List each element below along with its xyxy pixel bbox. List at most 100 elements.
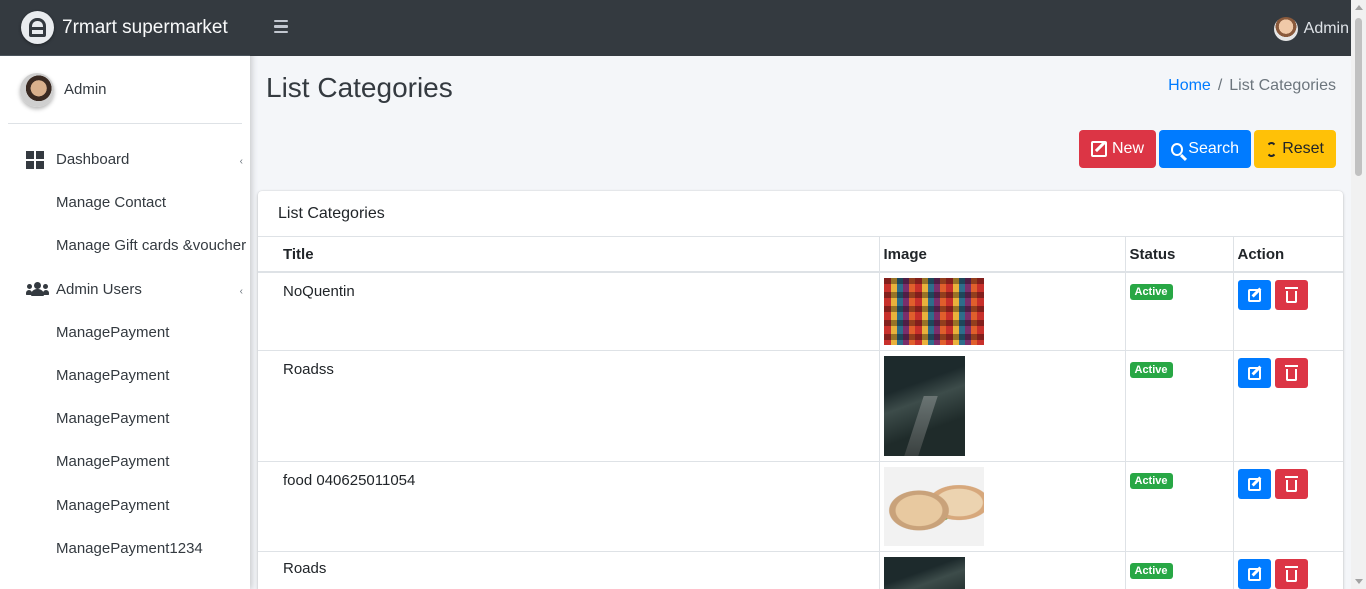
sidebar-item-label: ManagePayment — [56, 323, 170, 341]
row-actions — [1233, 350, 1343, 462]
row-status-cell: Active — [1125, 271, 1234, 351]
search-button[interactable]: Search — [1159, 130, 1251, 168]
breadcrumb: Home / List Categories — [1168, 77, 1336, 95]
breadcrumb-separator: / — [1217, 77, 1223, 94]
trash-icon — [1284, 565, 1298, 582]
scroll-up-arrow-icon[interactable] — [1355, 5, 1363, 10]
sidebar-item-manage-payment[interactable]: ManagePayment — [0, 484, 250, 527]
sidebar-item-manage-contact[interactable]: Manage Contact — [0, 181, 250, 224]
edit-icon — [1247, 288, 1261, 302]
sidebar-item-manage-payment[interactable]: ManagePayment — [0, 440, 250, 483]
status-badge[interactable]: Active — [1129, 563, 1173, 579]
top-user-name: Admin — [1303, 20, 1349, 37]
table-header-row: Title Image Status Action — [258, 237, 1343, 273]
users-icon — [26, 282, 49, 297]
sidebar-item-label: Admin Users — [56, 280, 142, 298]
edit-icon — [1091, 141, 1107, 157]
sidebar-item-manage-payment[interactable]: ManagePayment — [0, 397, 250, 440]
column-header-action[interactable]: Action — [1233, 237, 1343, 273]
sidebar-item-dashboard[interactable]: Dashboard ‹ — [0, 138, 250, 181]
edit-button[interactable] — [1237, 280, 1271, 310]
brand-name: 7rmart supermarket — [62, 16, 228, 38]
new-button-label: New — [1111, 140, 1144, 157]
user-panel[interactable]: Admin — [8, 56, 242, 124]
chevron-left-icon: ‹ — [239, 156, 243, 167]
breadcrumb-home-link[interactable]: Home — [1168, 77, 1211, 94]
sidebar-item-manage-payment-1234[interactable]: ManagePayment1234 — [0, 527, 250, 570]
status-badge[interactable]: Active — [1129, 284, 1173, 300]
brand-logo-icon — [21, 11, 54, 44]
column-header-title[interactable]: Title — [258, 237, 880, 273]
trash-icon — [1284, 286, 1298, 303]
dashboard-icon — [26, 150, 48, 169]
sidebar: 7rmart supermarket Admin Dashboard ‹ Man… — [0, 0, 250, 589]
menu-toggle-icon[interactable] — [274, 20, 288, 34]
reset-button-label: Reset — [1282, 140, 1324, 157]
forest-road-image — [883, 557, 965, 589]
sidebar-item-label: ManagePayment — [56, 496, 170, 514]
page-title: List Categories — [266, 72, 453, 103]
row-status-cell: Active — [1125, 551, 1234, 589]
row-title: Roads — [258, 551, 880, 589]
scroll-down-arrow-icon[interactable] — [1355, 579, 1363, 584]
sidebar-item-label: Manage Contact — [56, 194, 167, 212]
table-row: NoQuentin Active — [258, 271, 1343, 351]
table-row: food 040625011054 Active — [258, 461, 1343, 552]
row-title: food 040625011054 — [258, 461, 880, 552]
sidebar-item-label: Dashboard — [56, 151, 130, 169]
edit-icon — [1247, 477, 1261, 491]
row-image-cell — [879, 551, 1126, 589]
sync-icon — [1266, 141, 1278, 157]
row-status-cell: Active — [1125, 461, 1234, 552]
row-status-cell: Active — [1125, 350, 1234, 462]
trash-icon — [1284, 364, 1298, 381]
card-title: List Categories — [258, 191, 1343, 237]
table-row: Roads Active — [258, 551, 1343, 589]
row-image-cell — [879, 350, 1126, 462]
new-button[interactable]: New — [1079, 130, 1156, 168]
column-header-image[interactable]: Image — [879, 237, 1126, 273]
row-image-cell — [879, 461, 1126, 552]
sidebar-item-label: ManagePayment — [56, 410, 170, 428]
delete-button[interactable] — [1274, 469, 1308, 499]
delete-button[interactable] — [1274, 559, 1308, 589]
row-actions — [1233, 551, 1343, 589]
trash-icon — [1284, 475, 1298, 492]
status-badge[interactable]: Active — [1129, 362, 1173, 378]
delete-button[interactable] — [1274, 280, 1308, 310]
row-title: NoQuentin — [258, 271, 880, 351]
sidebar-item-admin-users[interactable]: Admin Users ‹ — [0, 268, 250, 311]
categories-card: List Categories Title Image Status Actio… — [258, 191, 1343, 589]
search-icon — [1171, 142, 1184, 156]
row-actions — [1233, 271, 1343, 351]
reset-button[interactable]: Reset — [1254, 130, 1336, 168]
scrollbar-thumb[interactable] — [1355, 18, 1362, 176]
brand-link[interactable]: 7rmart supermarket — [0, 0, 250, 56]
sidebar-item-label: Manage Gift cards &voucher — [56, 237, 247, 255]
chevron-left-icon: ‹ — [239, 285, 243, 297]
sidebar-item-label: ManagePayment — [56, 453, 170, 471]
sidebar-item-label: ManagePayment — [56, 367, 170, 385]
user-menu[interactable]: Admin — [1273, 17, 1349, 41]
sidebar-nav: Dashboard ‹ Manage Contact Manage Gift c… — [0, 124, 250, 570]
edit-button[interactable] — [1237, 358, 1271, 388]
avatar — [1273, 17, 1298, 41]
page-scrollbar[interactable] — [1351, 0, 1366, 589]
delete-button[interactable] — [1274, 358, 1308, 388]
search-button-label: Search — [1188, 140, 1239, 157]
sidebar-item-manage-gift-cards[interactable]: Manage Gift cards &voucher — [0, 224, 250, 267]
edit-icon — [1247, 567, 1261, 581]
sidebar-item-manage-payment[interactable]: ManagePayment — [0, 311, 250, 354]
forest-road-image — [883, 356, 965, 456]
edit-button[interactable] — [1237, 469, 1271, 499]
status-badge[interactable]: Active — [1129, 473, 1173, 489]
row-title: Roadss — [258, 350, 880, 462]
sidebar-item-manage-payment[interactable]: ManagePayment — [0, 354, 250, 397]
column-header-status[interactable]: Status — [1125, 237, 1234, 273]
edit-icon — [1247, 366, 1261, 380]
breadcrumb-current: List Categories — [1229, 77, 1336, 94]
row-actions — [1233, 461, 1343, 552]
wrap-food-image — [883, 467, 984, 546]
top-navbar: Admin — [250, 0, 1351, 56]
edit-button[interactable] — [1237, 559, 1271, 589]
